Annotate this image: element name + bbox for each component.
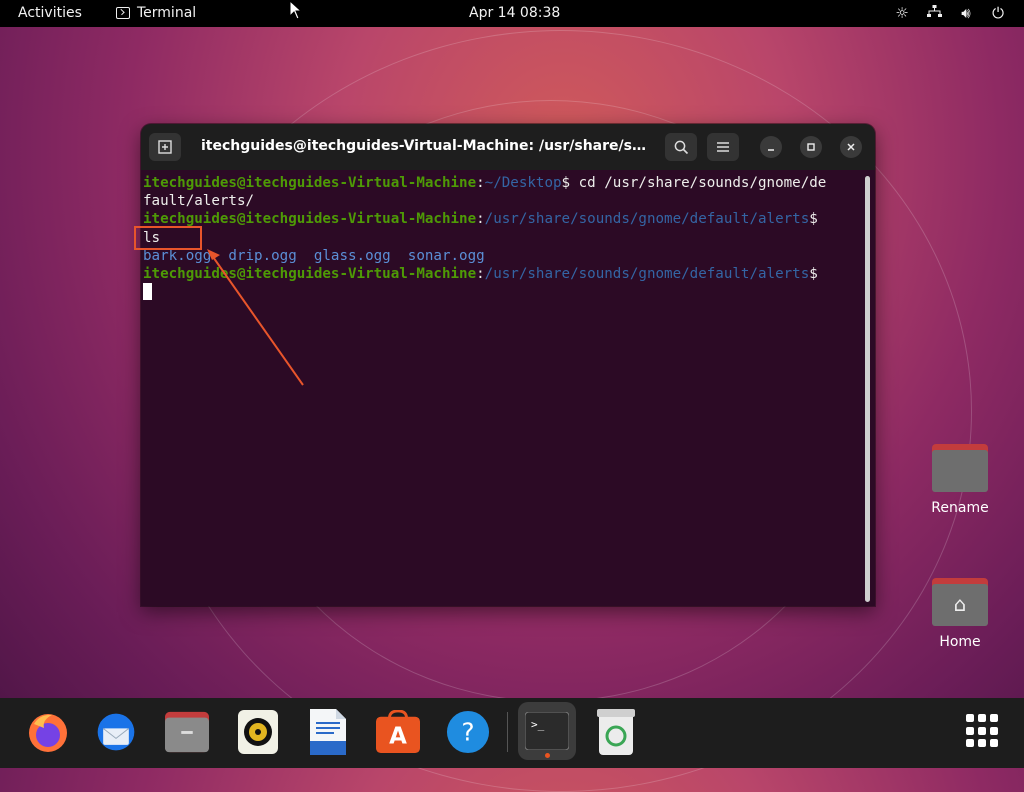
svg-text:>_: >_ bbox=[531, 718, 545, 731]
terminal-line: itechguides@itechguides-Virtual-Machine:… bbox=[143, 266, 818, 283]
scrollbar[interactable] bbox=[865, 176, 870, 602]
home-folder-icon: ⌂ bbox=[932, 578, 988, 626]
show-applications-icon[interactable] bbox=[966, 714, 1000, 748]
terminal-small-icon bbox=[116, 7, 130, 19]
files-icon[interactable] bbox=[165, 710, 209, 754]
annotation-highlight-box bbox=[134, 226, 202, 250]
svg-text:?: ? bbox=[461, 718, 474, 747]
terminal-line: fault/alerts/ bbox=[143, 193, 255, 210]
terminal-file-list: bark.ogg drip.ogg glass.ogg sonar.ogg bbox=[143, 247, 485, 264]
desktop-icon-home[interactable]: ⌂ Home bbox=[920, 578, 1000, 650]
app-menu-label: Terminal bbox=[137, 5, 197, 21]
dock-separator bbox=[507, 712, 508, 752]
software-icon[interactable]: A bbox=[376, 710, 420, 754]
trash-icon[interactable] bbox=[594, 709, 638, 755]
desktop-icon-label: Rename bbox=[931, 500, 989, 516]
firefox-icon[interactable] bbox=[26, 710, 70, 754]
svg-text:A: A bbox=[389, 723, 407, 749]
close-button[interactable] bbox=[840, 136, 862, 158]
running-indicator bbox=[545, 753, 550, 758]
brightness-icon[interactable]: ☼ bbox=[894, 4, 910, 22]
search-icon bbox=[674, 140, 688, 154]
volume-icon[interactable]: 🔊︎ bbox=[958, 4, 974, 22]
folder-icon bbox=[932, 444, 988, 492]
menu-button[interactable] bbox=[707, 133, 739, 161]
dock: A ? >_ bbox=[0, 698, 1024, 768]
search-button[interactable] bbox=[665, 133, 697, 161]
mouse-pointer-icon bbox=[289, 0, 303, 20]
terminal-line: itechguides@itechguides-Virtual-Machine:… bbox=[143, 211, 818, 228]
window-title: itechguides@itechguides-Virtual-Machine:… bbox=[201, 138, 651, 154]
libreoffice-writer-icon[interactable] bbox=[306, 709, 350, 755]
top-bar: Activities Terminal Apr 14 08:38 ☼ 🔊︎ ⏻ bbox=[0, 0, 1024, 27]
network-icon[interactable] bbox=[926, 4, 942, 22]
rhythmbox-icon[interactable] bbox=[236, 710, 280, 754]
new-tab-button[interactable] bbox=[149, 133, 181, 161]
close-icon bbox=[847, 143, 855, 151]
terminal-line: itechguides@itechguides-Virtual-Machine:… bbox=[143, 175, 827, 191]
new-tab-icon bbox=[158, 140, 172, 154]
desktop-icon-label: Home bbox=[939, 634, 981, 650]
text-cursor bbox=[143, 283, 152, 301]
app-menu[interactable]: Terminal bbox=[116, 5, 196, 21]
clock[interactable]: Apr 14 08:38 bbox=[469, 5, 560, 21]
terminal-icon[interactable]: >_ bbox=[518, 702, 576, 760]
help-icon[interactable]: ? bbox=[446, 710, 490, 754]
minimize-button[interactable] bbox=[760, 136, 782, 158]
terminal-output[interactable]: itechguides@itechguides-Virtual-Machine:… bbox=[143, 174, 859, 301]
terminal-window[interactable]: itechguides@itechguides-Virtual-Machine:… bbox=[141, 124, 875, 606]
minimize-icon bbox=[768, 149, 774, 151]
system-tray[interactable]: ☼ 🔊︎ ⏻ bbox=[894, 4, 1006, 22]
maximize-icon bbox=[807, 143, 815, 151]
terminal-titlebar[interactable]: itechguides@itechguides-Virtual-Machine:… bbox=[141, 124, 875, 170]
activities-button[interactable]: Activities bbox=[18, 5, 82, 21]
hamburger-icon bbox=[717, 142, 729, 152]
desktop-icon-rename[interactable]: Rename bbox=[920, 444, 1000, 516]
thunderbird-icon[interactable] bbox=[94, 710, 138, 754]
maximize-button[interactable] bbox=[800, 136, 822, 158]
power-icon[interactable]: ⏻ bbox=[990, 4, 1006, 22]
